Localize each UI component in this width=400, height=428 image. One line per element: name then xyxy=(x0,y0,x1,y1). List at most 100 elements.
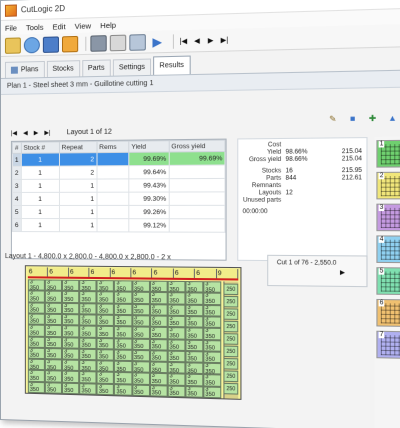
layout-title: Layout 1 - 4,800.0 x 2,800.0 - 4,800.0 x… xyxy=(5,253,171,261)
print-icon[interactable] xyxy=(90,35,106,52)
save-icon[interactable] xyxy=(43,36,59,53)
tab-parts[interactable]: Parts xyxy=(82,59,111,76)
cut-part: 3" 350 xyxy=(28,302,45,314)
menu-help[interactable]: Help xyxy=(100,20,116,30)
cut-part: 3" 350 xyxy=(114,326,132,338)
yield-cell: 99.43% xyxy=(129,179,169,192)
menu-tools[interactable]: Tools xyxy=(26,22,44,32)
row-number: 4 xyxy=(12,192,21,205)
part-size: 350 xyxy=(152,391,167,396)
layout-thumbnail[interactable]: 5 xyxy=(376,267,400,295)
layouts-grid[interactable]: # Stock # Repeat Rems Yield Gross yield … xyxy=(11,139,227,261)
stat-value: 12 xyxy=(285,190,329,197)
up-arrow-icon[interactable]: ▲ xyxy=(388,113,398,123)
cut-part: 3" 350 xyxy=(203,316,221,328)
layout-thumbnail[interactable]: 7 xyxy=(376,331,400,359)
tab-stocks[interactable]: Stocks xyxy=(46,60,79,77)
column-header[interactable]: Rems xyxy=(97,141,129,153)
results-panel: ✎ ■ ✚ ▲ |◀ ◀ ▶ ▶| Layout 1 of 12 # Stock… xyxy=(5,113,400,428)
export-icon[interactable]: ■ xyxy=(348,114,358,124)
next-layout-button[interactable]: ▶ xyxy=(205,33,216,48)
part-size: 350 xyxy=(205,393,220,398)
yield-cell: 99.30% xyxy=(129,192,169,205)
column-header[interactable]: Repeat xyxy=(59,141,97,152)
part-size: 350 xyxy=(99,390,113,395)
layout-thumbnail[interactable]: 4 xyxy=(376,235,400,263)
last-layout-button[interactable]: ▶| xyxy=(44,129,50,136)
first-layout-button[interactable]: |◀ xyxy=(178,33,188,48)
table-row[interactable]: 6 1 1 99.12% xyxy=(12,219,225,233)
tab-results-label: Results xyxy=(160,62,184,70)
edit-icon[interactable]: ✎ xyxy=(328,114,338,124)
tab-results[interactable]: Results xyxy=(153,56,190,75)
window-title: CutLogic 2D xyxy=(21,4,65,14)
table-row[interactable]: 1 1 2 99.69% 99.69% xyxy=(12,152,225,167)
layout-thumbnail[interactable]: 3 xyxy=(376,204,400,232)
cut-part: 3" 350 xyxy=(167,327,185,339)
cut-part: 3" 350 xyxy=(150,338,168,350)
row-number: 5 xyxy=(12,205,21,218)
add-icon[interactable]: ✚ xyxy=(368,114,378,124)
cut-part: 3" 350 xyxy=(97,303,114,315)
cut-part: 3" 350 xyxy=(132,361,150,373)
table-row[interactable]: 5 1 1 99.26% xyxy=(12,205,225,218)
cut-part: 3" 350 xyxy=(185,374,203,386)
rems-cell xyxy=(97,179,129,192)
layout-thumbnail[interactable]: 1 xyxy=(376,140,400,168)
first-layout-button[interactable]: |◀ xyxy=(11,129,17,136)
layout-thumbnail[interactable]: 2 xyxy=(376,172,400,200)
new-icon[interactable] xyxy=(5,37,21,53)
table-row[interactable]: 2 1 2 99.64% xyxy=(12,165,225,179)
cut-part: 3" 350 xyxy=(28,336,45,348)
side-part: 250 xyxy=(223,296,238,308)
cut-part: 3" 350 xyxy=(203,328,221,340)
table-row[interactable]: 4 1 1 99.30% xyxy=(12,192,225,206)
prev-layout-button[interactable]: ◀ xyxy=(23,129,28,136)
cutting-layout-sheet[interactable]: 6666666669 3" 350 3" 350 3" 350 3" 350 3" 350 3" 35… xyxy=(25,265,242,400)
report-icon[interactable] xyxy=(129,34,146,51)
cut-part: 3" 350 xyxy=(150,362,168,374)
tab-settings-label: Settings xyxy=(119,64,145,72)
cut-part: 3" 350 xyxy=(79,280,96,292)
next-cut-button[interactable]: ▶ xyxy=(340,269,345,276)
table-row[interactable]: 3 1 1 99.43% xyxy=(12,178,225,192)
cut-part: 3" 350 xyxy=(167,362,185,374)
tab-plans[interactable]: Plans xyxy=(5,61,44,78)
column-header[interactable]: Yield xyxy=(129,141,169,153)
cut-part: 3" 350 xyxy=(150,315,168,327)
open-icon[interactable] xyxy=(24,36,40,52)
play-icon[interactable]: ▶ xyxy=(149,33,166,50)
layout-thumbnail[interactable]: 6 xyxy=(376,299,400,327)
tab-settings[interactable]: Settings xyxy=(113,59,151,76)
cut-part: 3" 350 xyxy=(185,362,203,374)
last-layout-button[interactable]: ▶| xyxy=(219,32,230,47)
stat-unused-parts: Unused parts xyxy=(243,197,362,204)
filter-icon[interactable] xyxy=(110,34,126,51)
column-header[interactable]: # xyxy=(12,142,21,153)
cut-part: 3" 350 xyxy=(185,304,203,316)
optimize-icon[interactable] xyxy=(62,35,78,52)
column-header[interactable]: Gross yield xyxy=(169,140,225,152)
column-header[interactable]: Stock # xyxy=(21,142,59,153)
menu-file[interactable]: File xyxy=(5,23,17,32)
cut-part: 3" 350 xyxy=(132,373,150,385)
gross-yield-cell xyxy=(169,219,225,233)
cut-part: 3" 350 xyxy=(62,348,79,360)
cut-part: 3" 350 xyxy=(185,327,203,339)
cut-part: 3" 350 xyxy=(45,325,62,337)
menu-edit[interactable]: Edit xyxy=(53,22,66,31)
thumbnail-number: 1 xyxy=(379,141,385,147)
stat-value: 844 xyxy=(285,175,329,183)
strip-part: 6 xyxy=(110,268,131,277)
cut-part: 3" 350 xyxy=(203,386,221,398)
side-part: 250 xyxy=(223,333,238,345)
cut-part: 3" 350 xyxy=(114,384,132,396)
part-size: 350 xyxy=(169,392,184,397)
menu-view[interactable]: View xyxy=(75,21,91,31)
next-layout-button[interactable]: ▶ xyxy=(34,129,39,136)
thumbnail-number: 3 xyxy=(379,205,385,211)
cut-part: 3" 350 xyxy=(150,327,168,339)
row-number: 1 xyxy=(12,153,21,166)
prev-layout-button[interactable]: ◀ xyxy=(192,33,203,48)
cut-part: 3" 350 xyxy=(167,281,185,293)
